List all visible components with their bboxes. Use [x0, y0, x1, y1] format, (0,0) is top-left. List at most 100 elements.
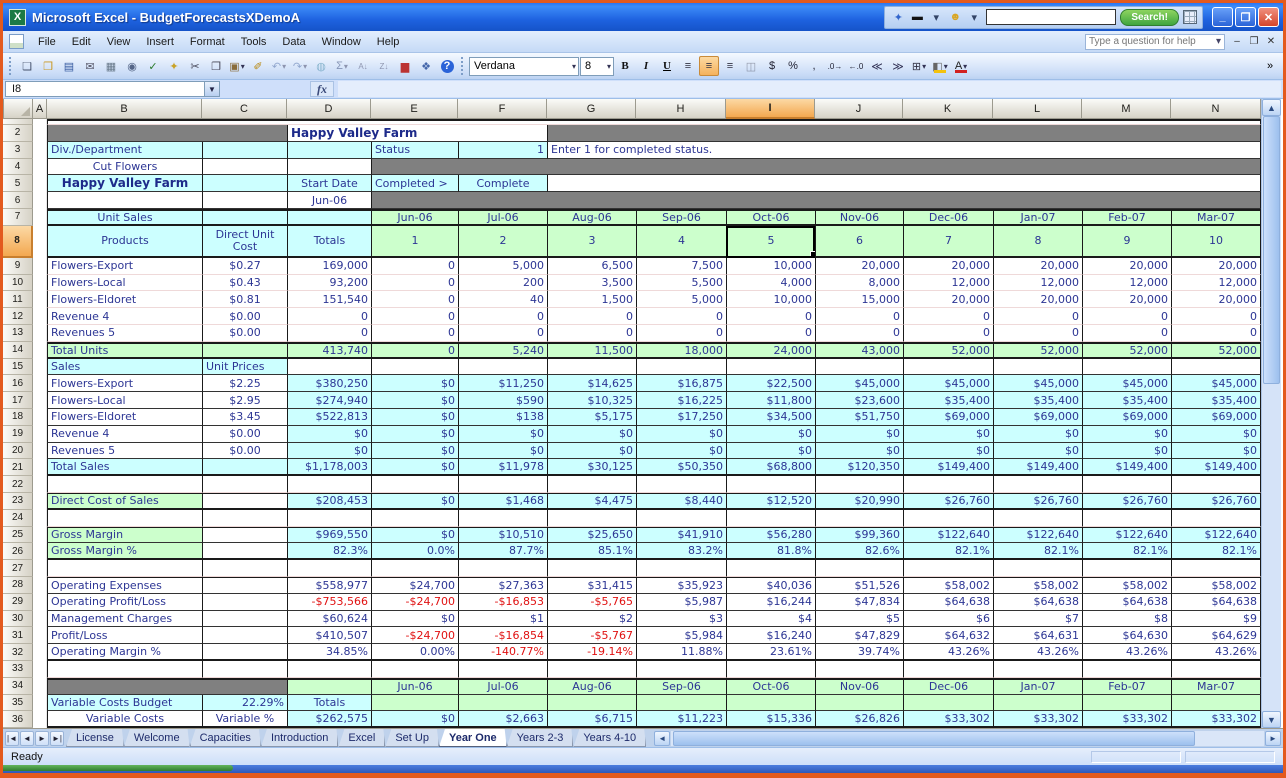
cell-L27[interactable] — [993, 560, 1082, 577]
cell-D2[interactable]: Happy Valley Farm — [287, 125, 547, 142]
cell-K22[interactable] — [903, 476, 993, 493]
cell-I22[interactable] — [726, 476, 815, 493]
cell-F33[interactable] — [458, 660, 547, 678]
cell-F24[interactable] — [458, 509, 547, 527]
cell-K18[interactable]: $69,000 — [903, 408, 993, 426]
cell-N36[interactable]: $33,302 — [1171, 711, 1261, 728]
row-header-33[interactable]: 33 — [3, 660, 33, 678]
cell-A34[interactable] — [33, 677, 47, 695]
row-header-16[interactable]: 16 — [3, 375, 33, 393]
cell-D31[interactable]: $410,507 — [287, 627, 371, 645]
vertical-scroll-track[interactable] — [1262, 116, 1281, 711]
sheet-tab-excel[interactable]: Excel — [338, 729, 385, 747]
horizontal-scrollbar[interactable]: ◄ ► — [654, 730, 1281, 746]
cell-F32[interactable]: -140.77% — [458, 644, 547, 661]
cell-D20[interactable]: $0 — [287, 442, 371, 460]
cell-E16[interactable]: $0 — [371, 375, 458, 393]
cell-F34[interactable]: Jul-06 — [458, 677, 547, 695]
cell-G21[interactable]: $30,125 — [547, 459, 636, 477]
cell-L32[interactable]: 43.26% — [993, 644, 1082, 661]
cell-A30[interactable] — [33, 610, 47, 628]
cell-E22[interactable] — [371, 476, 458, 493]
cell-M16[interactable]: $45,000 — [1082, 375, 1171, 393]
cell-G14[interactable]: 11,500 — [547, 341, 636, 359]
cell-K19[interactable]: $0 — [903, 425, 993, 443]
cell-C31[interactable] — [202, 627, 287, 645]
cell-F10[interactable]: 200 — [458, 274, 547, 292]
cell-B24[interactable] — [47, 509, 202, 527]
cell-A17[interactable] — [33, 392, 47, 409]
cell-C26[interactable] — [202, 543, 287, 561]
cell-J10[interactable]: 8,000 — [815, 274, 903, 292]
cell-E8[interactable]: 1 — [371, 225, 458, 258]
addon-logo-icon[interactable]: ✦ — [890, 10, 906, 24]
column-header-D[interactable]: D — [287, 99, 371, 119]
cell-E7[interactable]: Jun-06 — [371, 208, 458, 226]
cell-F17[interactable]: $590 — [458, 392, 547, 409]
cell-L8[interactable]: 8 — [993, 225, 1082, 258]
cell-L9[interactable]: 20,000 — [993, 257, 1082, 275]
borders-button[interactable]: ⊞ ▾ — [909, 56, 929, 76]
vertical-scrollbar[interactable]: ▲ ▼ — [1261, 99, 1281, 728]
cell-F26[interactable]: 87.7% — [458, 543, 547, 561]
cell-F36[interactable]: $2,663 — [458, 711, 547, 728]
cell-N35[interactable] — [1171, 694, 1261, 712]
cell-C29[interactable] — [202, 593, 287, 611]
cell-M20[interactable]: $0 — [1082, 442, 1171, 460]
cell-I29[interactable]: $16,244 — [726, 593, 815, 611]
cell-B4[interactable]: Cut Flowers — [47, 158, 202, 176]
row-header-25[interactable]: 25 — [3, 526, 33, 544]
cell-B12[interactable]: Revenue 4 — [47, 308, 202, 325]
row-header-9[interactable]: 9 — [3, 257, 33, 275]
row-header-22[interactable]: 22 — [3, 476, 33, 493]
cell-K36[interactable]: $33,302 — [903, 711, 993, 728]
cell-D36[interactable]: $262,575 — [287, 711, 371, 728]
formula-input[interactable] — [338, 81, 1281, 97]
cell-M13[interactable]: 0 — [1082, 324, 1171, 342]
cell-B30[interactable]: Management Charges — [47, 610, 202, 628]
cell-H35[interactable] — [636, 694, 726, 712]
cell-E20[interactable]: $0 — [371, 442, 458, 460]
cell-L34[interactable]: Jan-07 — [993, 677, 1082, 695]
cell-I16[interactable]: $22,500 — [726, 375, 815, 393]
cell-G27[interactable] — [547, 560, 636, 577]
cell-E13[interactable]: 0 — [371, 324, 458, 342]
cell-C5[interactable] — [202, 175, 287, 193]
save-button[interactable]: ▤ — [59, 56, 79, 76]
cell-I11[interactable]: 10,000 — [726, 291, 815, 309]
cell-B20[interactable]: Revenues 5 — [47, 442, 202, 460]
cell-I33[interactable] — [726, 660, 815, 678]
row-header-27[interactable]: 27 — [3, 560, 33, 577]
cell-J21[interactable]: $120,350 — [815, 459, 903, 477]
row-header-13[interactable]: 13 — [3, 324, 33, 342]
row-header-10[interactable]: 10 — [3, 274, 33, 292]
print-preview-button[interactable]: ◉ — [122, 56, 142, 76]
cell-H19[interactable]: $0 — [636, 425, 726, 443]
toolbar-options-button[interactable]: » — [1260, 56, 1280, 76]
cell-D8[interactable]: Totals — [287, 225, 371, 258]
cell-D22[interactable] — [287, 476, 371, 493]
cell-B7[interactable]: Unit Sales — [47, 208, 202, 226]
cell-F22[interactable] — [458, 476, 547, 493]
cell-M22[interactable] — [1082, 476, 1171, 493]
cell-F31[interactable]: -$16,854 — [458, 627, 547, 645]
cell-L15[interactable] — [993, 358, 1082, 376]
cell-H12[interactable]: 0 — [636, 308, 726, 325]
column-header-K[interactable]: K — [903, 99, 993, 119]
cell-C11[interactable]: $0.81 — [202, 291, 287, 309]
menu-file[interactable]: File — [30, 33, 64, 51]
font-name-select[interactable]: Verdana ▾ — [469, 56, 579, 76]
cell-C21[interactable] — [202, 459, 287, 477]
cell-K17[interactable]: $35,400 — [903, 392, 993, 409]
cell-H7[interactable]: Sep-06 — [636, 208, 726, 226]
cell-I25[interactable]: $56,280 — [726, 526, 815, 544]
cell-M17[interactable]: $35,400 — [1082, 392, 1171, 409]
cell-M32[interactable]: 43.26% — [1082, 644, 1171, 661]
row-header-12[interactable]: 12 — [3, 308, 33, 325]
row-header-36[interactable]: 36 — [3, 711, 33, 728]
cell-J29[interactable]: $47,834 — [815, 593, 903, 611]
cell-C12[interactable]: $0.00 — [202, 308, 287, 325]
cell-L12[interactable]: 0 — [993, 308, 1082, 325]
cell-C3[interactable] — [202, 141, 287, 159]
cell-M15[interactable] — [1082, 358, 1171, 376]
